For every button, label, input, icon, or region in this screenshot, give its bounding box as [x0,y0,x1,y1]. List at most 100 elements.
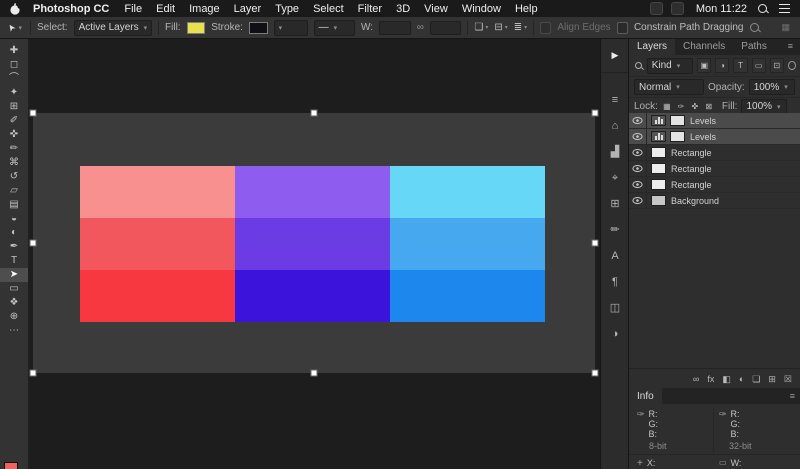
visibility-toggle[interactable] [629,177,647,192]
tool-preset-picker[interactable]: ➤ ▾ [6,22,24,33]
tool-lasso[interactable]: ⌒ [0,72,28,86]
filter-toggle-icon[interactable] [788,61,796,70]
workspace-icon[interactable]: ▦ [781,22,790,33]
grid-cell-blue-dark[interactable] [390,270,545,322]
visibility-toggle[interactable] [629,113,647,128]
panel-menu-icon[interactable]: ≡ [788,41,799,51]
lock-btn-lock-transparency[interactable]: ▦ [662,102,672,111]
notification-center-icon[interactable] [779,4,790,13]
panel-icon-adjustments[interactable]: ≡ [612,95,618,106]
panel-icon-swatches[interactable]: ⊞ [610,199,619,210]
foreground-color-swatch[interactable] [4,462,18,469]
layer-row[interactable]: Levels [629,129,800,145]
depth-right-label[interactable]: 32-bit [729,441,752,451]
menu-item[interactable]: View [424,3,448,15]
tool-brush[interactable]: ✏ [0,142,28,156]
fill-swatch[interactable] [187,22,206,34]
options-btn-path-alignment[interactable]: ⊟ [494,22,507,33]
apple-menu-icon[interactable] [10,3,21,15]
panel-tab[interactable]: Layers [629,38,675,55]
selection-handle[interactable] [592,110,599,117]
menu-item[interactable]: Type [275,3,299,15]
tool-eyedropper[interactable]: ✐ [0,114,28,128]
panel-icon-navigator[interactable]: ⌖ [612,173,618,184]
panel-icon-histogram[interactable]: ▟ [611,147,619,158]
filter-btn-pixel-layers[interactable]: ▣ [697,58,711,73]
tool-edit-toolbar[interactable]: ⋯ [0,324,28,338]
depth-left-label[interactable]: 8-bit [649,441,667,451]
filter-type-icon[interactable] [634,61,643,71]
layers-action-link[interactable]: ∞ [693,374,699,384]
menu-item[interactable]: Image [189,3,220,15]
menu-item[interactable]: Filter [358,3,382,15]
options-btn-path-arrangement[interactable]: ≣ [514,22,527,33]
tool-marquee[interactable]: ◻ [0,58,28,72]
menu-item[interactable]: Help [515,3,538,15]
opacity-dropdown[interactable]: 100% [749,79,795,95]
align-edges-checkbox[interactable] [540,22,551,34]
filter-btn-shape-layers[interactable]: ▭ [752,58,766,73]
layer-row[interactable]: Levels [629,113,800,129]
tool-eraser[interactable]: ▱ [0,184,28,198]
selection-handle[interactable] [311,110,318,117]
width-input[interactable] [379,21,411,35]
stroke-type-dropdown[interactable]: — [314,20,355,36]
tool-quick-selection[interactable]: ✦ [0,86,28,100]
menu-extra-icon[interactable] [671,2,684,15]
menu-item[interactable]: 3D [396,3,410,15]
filter-btn-smart-objects[interactable]: ⊡ [770,58,784,73]
menu-item[interactable]: Layer [234,3,262,15]
constrain-path-checkbox[interactable] [617,22,628,34]
layers-action-layer-mask[interactable]: ◧ [722,374,731,385]
tool-move[interactable]: ✚ [0,44,28,58]
adjustment-thumbnail[interactable] [651,131,666,142]
lock-btn-lock-pixels[interactable]: ✑ [676,102,686,111]
layer-row[interactable]: Rectangle [629,161,800,177]
layers-action-layer-style[interactable]: fx [707,374,714,384]
grid-cell-blue-light[interactable] [390,166,545,218]
blend-mode-dropdown[interactable]: Normal [634,79,704,95]
select-mode-dropdown[interactable]: Active Layers [74,20,153,36]
layer-row[interactable]: Rectangle [629,145,800,161]
layer-thumbnail[interactable] [651,147,666,158]
app-menu-title[interactable]: Photoshop CC [33,3,109,15]
expand-panels-button[interactable]: ▶ [601,38,629,73]
tool-hand[interactable]: ❖ [0,296,28,310]
tool-rectangle[interactable]: ▭ [0,282,28,296]
menu-extra-icon[interactable] [650,2,663,15]
lock-btn-lock-all[interactable]: ⊠ [704,102,714,111]
layer-thumbnail[interactable] [651,163,666,174]
layers-action-group[interactable]: ❏ [752,374,760,385]
tool-healing-brush[interactable]: ✜ [0,128,28,142]
visibility-toggle[interactable] [629,145,647,160]
selection-handle[interactable] [30,240,37,247]
document-canvas[interactable] [33,113,595,373]
grid-cell-red-light[interactable] [80,166,235,218]
options-btn-path-operations[interactable]: ❑ [474,22,488,33]
layer-thumbnail[interactable] [651,179,666,190]
visibility-toggle[interactable] [629,161,647,176]
tool-blur[interactable]: ◒ [0,212,28,226]
selection-handle[interactable] [592,370,599,377]
filter-btn-adjustment-layers[interactable]: ◑ [715,58,729,73]
grid-cell-purple-mid[interactable] [235,218,390,270]
selection-handle[interactable] [592,240,599,247]
info-tab[interactable]: Info [629,388,662,404]
panel-tab[interactable]: Paths [733,38,775,55]
panel-icon-brushes[interactable]: ✏ [610,225,619,236]
height-input[interactable] [430,21,462,35]
selection-handle[interactable] [311,370,318,377]
panel-tab[interactable]: Channels [675,38,733,55]
selection-handle[interactable] [30,370,37,377]
adjustment-thumbnail[interactable] [651,115,666,126]
menu-item[interactable]: Window [462,3,501,15]
tool-path-selection[interactable]: ➤ [0,268,28,282]
layer-row[interactable]: Background [629,193,800,209]
mask-thumbnail[interactable] [670,131,685,142]
grid-cell-purple-dark[interactable] [235,270,390,322]
filter-btn-type-layers[interactable]: T [733,58,747,73]
tool-type[interactable]: T [0,254,28,268]
panel-icon-clone-source[interactable]: ◑ [612,329,619,340]
layers-action-delete[interactable]: ☒ [784,374,792,385]
spotlight-icon[interactable] [757,3,769,15]
